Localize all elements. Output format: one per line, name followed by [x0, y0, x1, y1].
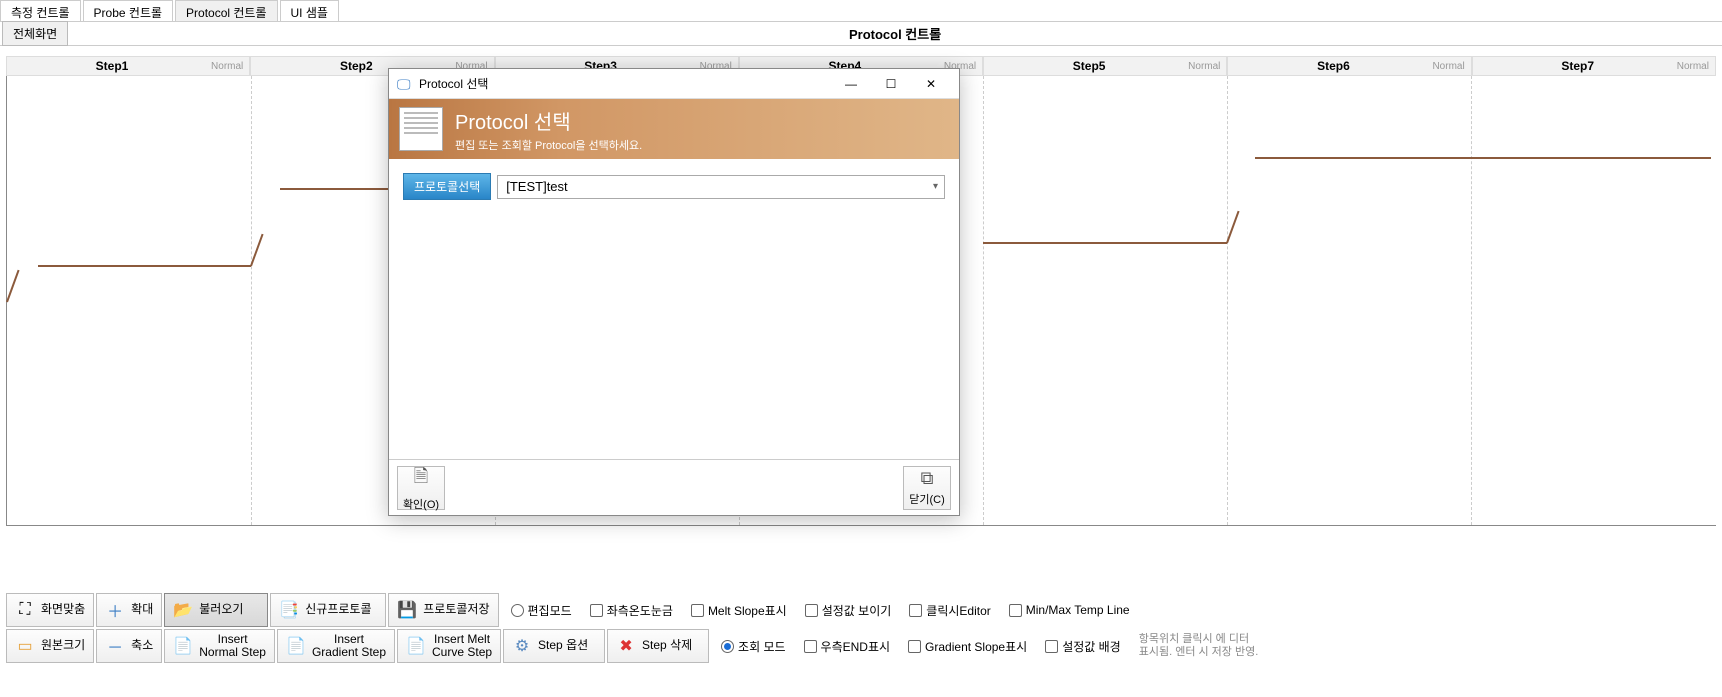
save-icon: 💾 — [397, 600, 417, 620]
dialog-header-title: Protocol 선택 — [455, 106, 642, 135]
save-protocol-button[interactable]: 💾프로토콜저장 — [388, 593, 498, 627]
protocol-select-dialog: 🖵 Protocol 선택 — ☐ ✕ Protocol 선택 편집 또는 조회… — [388, 68, 960, 516]
main-tab-bar: 측정 컨트롤 Probe 컨트롤 Protocol 컨트롤 UI 샘플 — [0, 0, 1722, 22]
close-button[interactable]: ✕ — [911, 71, 951, 97]
document-check-icon: 🗎 — [414, 464, 428, 494]
step-header[interactable]: Step7Normal — [1472, 56, 1716, 76]
insert-gradient-icon: 📄 — [286, 636, 306, 656]
tab-ui-sample[interactable]: UI 샘플 — [280, 0, 339, 21]
step-header[interactable]: Step1Normal — [6, 56, 250, 76]
step-header[interactable]: Step6Normal — [1227, 56, 1471, 76]
insert-normal-step-button[interactable]: 📄Insert Normal Step — [164, 629, 275, 663]
fit-screen-button[interactable]: ⛶화면맞춤 — [6, 593, 94, 627]
ok-button[interactable]: 🗎 확인(O) — [397, 466, 445, 510]
dialog-header-subtitle: 편집 또는 조회할 Protocol을 선택하세요. — [455, 137, 642, 153]
zoom-out-icon: － — [105, 636, 125, 656]
edit-mode-radio[interactable]: 편집모드 — [511, 602, 572, 619]
document-icon — [399, 107, 443, 151]
insert-melt-step-button[interactable]: 📄Insert Melt Curve Step — [397, 629, 501, 663]
zoom-out-button[interactable]: －축소 — [96, 629, 162, 663]
set-value-bg-check[interactable]: 설정값 배경 — [1045, 638, 1121, 655]
tab-protocol[interactable]: Protocol 컨트롤 — [175, 0, 277, 21]
minmax-line-check[interactable]: Min/Max Temp Line — [1009, 603, 1130, 617]
chevron-down-icon: ▾ — [933, 181, 938, 192]
zoom-in-icon: ＋ — [105, 600, 125, 620]
bottom-toolbar: ⛶화면맞춤 ＋확대 📂불러오기 📑신규프로토콜 💾프로토콜저장 편집모드 좌측온… — [0, 591, 1722, 667]
dialog-titlebar[interactable]: 🖵 Protocol 선택 — ☐ ✕ — [389, 69, 959, 99]
right-end-check[interactable]: 우측END표시 — [804, 638, 891, 655]
dialog-title: Protocol 선택 — [419, 75, 831, 92]
left-temp-scale-check[interactable]: 좌측온도눈금 — [590, 602, 673, 619]
protocol-select-value: [TEST]test — [506, 179, 567, 194]
orig-size-icon: ▭ — [15, 636, 35, 656]
insert-step-icon: 📄 — [173, 636, 193, 656]
protocol-select-label: 프로토콜선택 — [403, 173, 491, 200]
click-editor-check[interactable]: 클릭시Editor — [909, 602, 990, 619]
new-icon: 📑 — [279, 600, 299, 620]
view-mode-radio[interactable]: 조회 모드 — [721, 638, 786, 655]
insert-gradient-step-button[interactable]: 📄Insert Gradient Step — [277, 629, 395, 663]
delete-icon: ✖ — [616, 636, 636, 656]
tab-probe[interactable]: Probe 컨트롤 — [83, 0, 173, 21]
new-protocol-button[interactable]: 📑신규프로토콜 — [270, 593, 386, 627]
folder-icon: 📂 — [173, 600, 193, 620]
dialog-close-button[interactable]: ⧉ 닫기(C) — [903, 466, 951, 510]
minimize-button[interactable]: — — [831, 71, 871, 97]
show-set-values-check[interactable]: 설정값 보이기 — [805, 602, 892, 619]
protocol-select-combo[interactable]: [TEST]test ▾ — [497, 175, 945, 199]
fit-icon: ⛶ — [15, 600, 35, 620]
page-title: Protocol 컨트롤 — [68, 24, 1722, 43]
tab-measure[interactable]: 측정 컨트롤 — [0, 0, 81, 21]
window-icon: 🖵 — [397, 76, 413, 92]
maximize-button[interactable]: ☐ — [871, 71, 911, 97]
orig-size-button[interactable]: ▭원본크기 — [6, 629, 94, 663]
gradient-slope-check[interactable]: Gradient Slope표시 — [908, 638, 1027, 655]
load-button[interactable]: 📂불러오기 — [164, 593, 268, 627]
step-delete-button[interactable]: ✖Step 삭제 — [607, 629, 709, 663]
insert-melt-icon: 📄 — [406, 636, 426, 656]
sub-bar: 전체화면 Protocol 컨트롤 — [0, 22, 1722, 46]
step-header[interactable]: Step5Normal — [983, 56, 1227, 76]
toolbar-hint: 항목위치 클릭시 에 디터 표시됨. 엔터 시 저장 반영. — [1139, 633, 1259, 659]
fullscreen-button[interactable]: 전체화면 — [2, 21, 68, 46]
gear-icon: ⚙ — [512, 636, 532, 656]
zoom-in-button[interactable]: ＋확대 — [96, 593, 162, 627]
melt-slope-check[interactable]: Melt Slope표시 — [691, 602, 787, 619]
step-option-button[interactable]: ⚙Step 옵션 — [503, 629, 605, 663]
dialog-header: Protocol 선택 편집 또는 조회할 Protocol을 선택하세요. — [389, 99, 959, 159]
close-doc-icon: ⧉ — [921, 468, 934, 489]
